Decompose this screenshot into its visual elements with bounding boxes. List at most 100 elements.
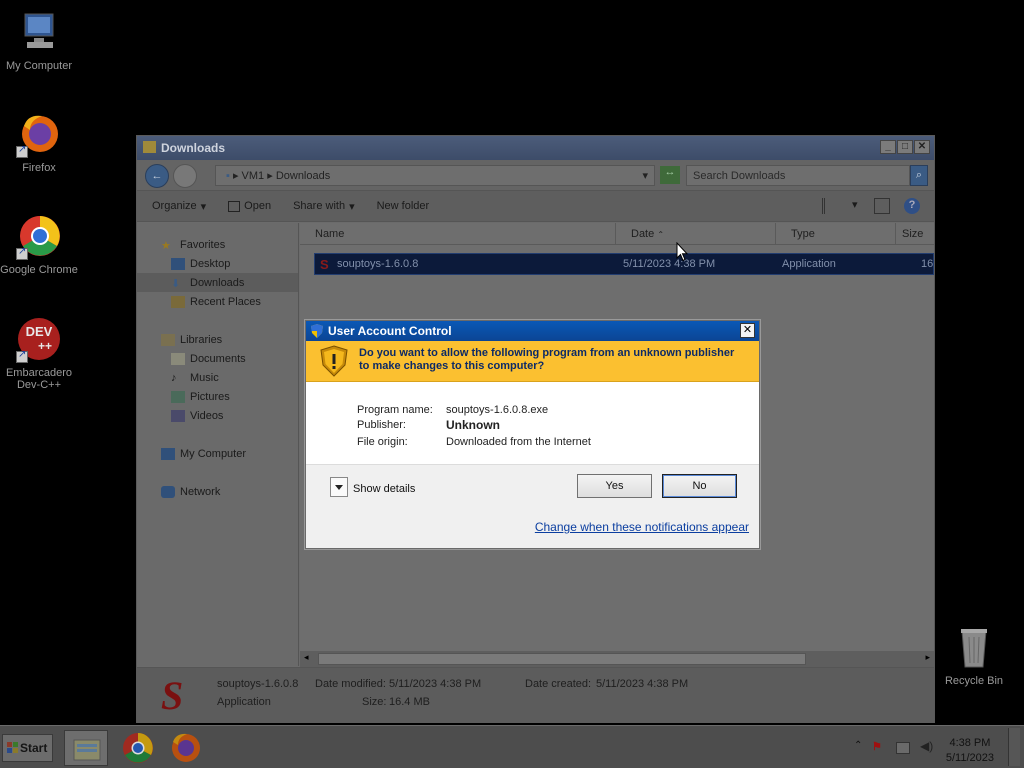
file-origin-value: Downloaded from the Internet xyxy=(446,436,591,448)
nav-videos[interactable]: Videos xyxy=(137,406,298,425)
details-created-label: Date created: xyxy=(525,678,592,690)
open-button[interactable]: Open xyxy=(228,200,271,212)
nav-my-computer[interactable]: My Computer xyxy=(137,444,298,463)
nav-desktop[interactable]: Desktop xyxy=(137,254,298,273)
chevron-down-icon[interactable]: ▾ xyxy=(642,169,648,182)
column-headers: Name Date ⌃ Type Size xyxy=(300,223,934,245)
volume-icon[interactable]: ◀) xyxy=(920,739,933,753)
file-date: 5/11/2023 4:38 PM xyxy=(623,258,716,270)
column-size[interactable]: Size xyxy=(896,223,934,244)
breadcrumb-downloads[interactable]: Downloads xyxy=(276,170,330,182)
desktop-icon-recycle-bin[interactable]: Recycle Bin xyxy=(935,625,1013,687)
nav-recent-places[interactable]: Recent Places xyxy=(137,292,298,311)
file-origin-label: File origin: xyxy=(357,436,408,448)
nav-network[interactable]: Network xyxy=(137,482,298,501)
share-with-button[interactable]: Share with ▾ xyxy=(293,200,355,213)
back-button[interactable]: ← xyxy=(145,164,169,188)
network-tray-icon[interactable] xyxy=(896,742,910,754)
details-size-label: Size: xyxy=(362,696,387,708)
nav-downloads[interactable]: ⬇ Downloads xyxy=(137,273,298,292)
nav-label: Favorites xyxy=(180,238,226,251)
app-large-icon: S xyxy=(161,673,184,718)
column-name[interactable]: Name xyxy=(300,223,616,244)
desktop-icon-my-computer[interactable]: My Computer xyxy=(0,10,78,72)
show-details-toggle[interactable] xyxy=(330,477,348,497)
details-modified: 5/11/2023 4:38 PM xyxy=(389,678,482,690)
yes-button[interactable]: Yes xyxy=(577,474,652,498)
desktop-icon-google-chrome[interactable]: Google Chrome xyxy=(0,214,78,276)
address-bar[interactable]: ▪ ▸ VM1 ▸ Downloads ▾ xyxy=(215,165,655,186)
uac-warning-banner: Do you want to allow the following progr… xyxy=(306,341,759,382)
desktop-icon-dev-cpp[interactable]: DEV++ Embarcadero Dev-C++ xyxy=(0,317,78,391)
change-notifications-link[interactable]: Change when these notifications appear xyxy=(535,520,749,534)
search-icon[interactable]: ⌕ xyxy=(910,165,928,186)
uac-question: Do you want to allow the following progr… xyxy=(359,347,735,372)
recent-places-icon xyxy=(171,295,185,308)
taskbar-firefox-button[interactable] xyxy=(164,730,208,766)
desktop-icon-label: Embarcadero Dev-C++ xyxy=(5,367,73,391)
start-button[interactable]: Start xyxy=(2,734,53,762)
show-hidden-icons-button[interactable]: ⌃ xyxy=(854,740,862,751)
breadcrumb-vm1[interactable]: VM1 xyxy=(242,170,265,182)
help-icon[interactable]: ? xyxy=(904,198,920,214)
clock[interactable]: 4:38 PM 5/11/2023 xyxy=(946,736,994,766)
uac-title-bar[interactable]: User Account Control ✕ xyxy=(306,321,759,341)
nav-pictures[interactable]: Pictures xyxy=(137,387,298,406)
downloads-icon: ⬇ xyxy=(171,277,181,290)
chrome-icon xyxy=(16,214,62,260)
scrollbar-thumb[interactable] xyxy=(318,653,806,665)
scroll-right-icon[interactable]: ▸ xyxy=(925,652,930,663)
uac-close-button[interactable]: ✕ xyxy=(740,323,755,338)
nav-music[interactable]: ♪ Music xyxy=(137,368,298,387)
nav-libraries[interactable]: Libraries xyxy=(137,330,298,349)
start-label: Start xyxy=(20,741,48,755)
music-icon: ♪ xyxy=(171,371,177,384)
chevron-down-icon: ▾ xyxy=(349,200,355,213)
show-desktop-button[interactable] xyxy=(1008,728,1020,766)
nav-label: Network xyxy=(180,485,221,498)
chevron-down-icon: ▾ xyxy=(200,200,207,213)
column-date[interactable]: Date ⌃ xyxy=(616,223,776,244)
firefox-icon xyxy=(172,733,200,762)
file-row-selected[interactable]: S souptoys-1.6.0.8 5/11/2023 4:38 PM App… xyxy=(314,253,934,275)
nav-label: Music xyxy=(190,371,219,384)
sort-icon: ⌃ xyxy=(657,230,665,239)
scroll-left-icon[interactable]: ◂ xyxy=(304,652,309,663)
desktop-icon xyxy=(171,257,185,270)
views-icon[interactable] xyxy=(822,198,838,214)
shortcut-arrow-icon xyxy=(16,349,28,363)
minimize-button[interactable]: _ xyxy=(880,140,896,154)
desktop-icon-label: Google Chrome xyxy=(0,264,78,276)
horizontal-scrollbar[interactable]: ◂ ▸ xyxy=(300,651,934,667)
maximize-button[interactable]: □ xyxy=(897,140,913,154)
desktop-icon-firefox[interactable]: Firefox xyxy=(0,112,78,174)
nav-documents[interactable]: Documents xyxy=(137,349,298,368)
refresh-button[interactable]: ↔ xyxy=(660,166,680,184)
shortcut-arrow-icon xyxy=(16,246,28,260)
column-date-label: Date xyxy=(631,228,655,240)
system-tray: ⌃ ⚑ ◀) 4:38 PM 5/11/2023 xyxy=(848,728,1020,766)
search-input[interactable]: Search Downloads xyxy=(686,165,910,186)
publisher-value: Unknown xyxy=(446,418,500,432)
close-button[interactable]: ✕ xyxy=(914,140,930,154)
clock-date: 5/11/2023 xyxy=(945,752,994,764)
taskbar: Start ⌃ ⚑ ◀) 4:38 PM 5/11/2023 xyxy=(0,725,1024,768)
nav-label: Videos xyxy=(190,409,224,422)
show-details-label[interactable]: Show details xyxy=(353,483,415,495)
explorer-title-bar[interactable]: Downloads _ □ ✕ xyxy=(137,136,934,160)
no-button[interactable]: No xyxy=(662,474,737,498)
forward-button[interactable] xyxy=(173,164,197,188)
chevron-down-icon[interactable]: ▾ xyxy=(852,198,860,214)
new-folder-button[interactable]: New folder xyxy=(377,200,430,212)
preview-pane-icon[interactable] xyxy=(874,198,890,214)
nav-favorites[interactable]: ★ Favorites xyxy=(137,235,298,254)
taskbar-explorer-button[interactable] xyxy=(64,730,108,766)
folder-small-icon: ▪ xyxy=(226,170,230,182)
action-center-flag-icon[interactable]: ⚑ xyxy=(872,740,886,754)
shortcut-arrow-icon xyxy=(16,144,28,158)
command-bar: Organize ▾ Open Share with ▾ New folder ▾ … xyxy=(137,190,934,222)
column-type[interactable]: Type xyxy=(776,223,896,244)
taskbar-chrome-button[interactable] xyxy=(116,730,160,766)
organize-button[interactable]: Organize ▾ xyxy=(152,200,206,213)
desktop-icon-label: My Computer xyxy=(5,60,73,72)
